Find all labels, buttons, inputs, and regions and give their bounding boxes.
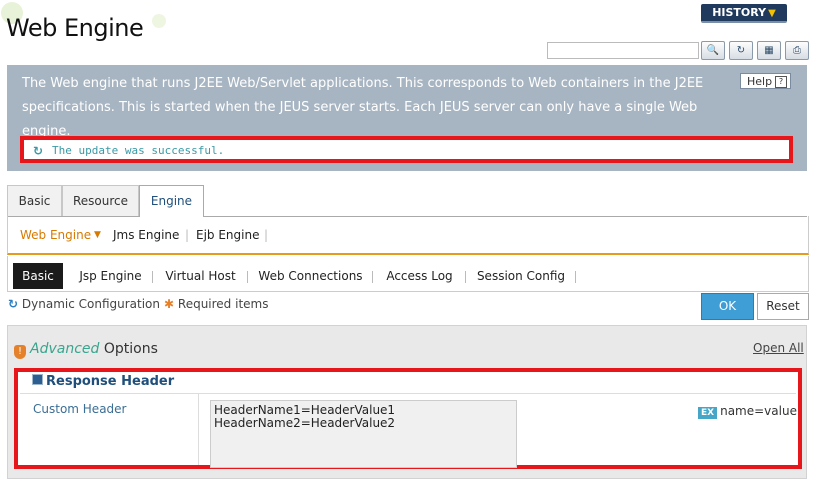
reset-button[interactable]: Reset [757,293,809,320]
help-button[interactable]: Help ? [740,73,791,89]
success-message-box: ↻ The update was successful. [20,136,793,163]
textarea-line: HeaderName2=HeaderValue2 [214,416,396,430]
divider [198,394,199,465]
asterisk-icon: ✱ [164,297,175,311]
export-icon[interactable]: ⎙ [785,41,809,60]
search-icon[interactable]: 🔍 [701,41,725,60]
tab-engine[interactable]: Engine [139,185,204,217]
tab-basic[interactable]: Basic [13,263,63,289]
search-input[interactable] [547,42,699,59]
section-title[interactable]: Response Header [32,374,174,389]
main-tabs: Basic Resource Engine [7,185,807,217]
xml-icon[interactable]: ▦ [757,41,781,60]
tab-resource[interactable]: Resource [62,185,139,216]
required-items-legend: ✱ Required items [164,297,268,311]
tab-jsp-engine[interactable]: Jsp Engine [68,263,153,289]
success-message: The update was successful. [52,144,225,157]
question-icon: ? [775,76,787,88]
tab-label: Session Config [476,269,566,283]
tab-label: Resource [72,194,129,208]
legend-label: Dynamic Configuration [21,297,161,311]
help-label: Help [747,75,773,88]
tab-virtual-host[interactable]: Virtual Host [153,263,248,289]
example-badge: EX [698,407,718,419]
separator: | [264,228,269,242]
section-icon [32,374,43,385]
decorative-circle [152,14,166,28]
tab-session-config[interactable]: Session Config [466,263,576,289]
tab-label: Virtual Host [165,269,236,283]
advanced-options-header[interactable]: ! Advanced Options [14,341,158,359]
history-button[interactable]: HISTORY ▼ [701,4,787,23]
dynamic-icon: ↻ [8,297,19,311]
separator: | [185,228,190,242]
chevron-down-icon: ▼ [94,230,101,240]
description-text: The Web engine that runs J2EE Web/Servle… [22,76,704,139]
engine-subtabs: Web Engine ▼ Jms Engine | Ejb Engine | [7,216,809,255]
tab-label: Basic [22,269,54,283]
options-title-rest: Options [103,341,158,357]
tab-basic[interactable]: Basic [7,185,62,216]
example-hint: EX name=value [698,404,797,419]
section-title-text: Response Header [46,374,175,389]
legend-label: Required items [177,297,269,311]
example-text: name=value [720,404,797,418]
history-label: HISTORY [712,6,767,19]
ok-label: OK [718,299,737,313]
tab-access-log[interactable]: Access Log [373,263,466,289]
description-panel: The Web engine that runs J2EE Web/Servle… [7,65,807,171]
warning-icon: ! [14,345,26,359]
refresh-icon[interactable]: ↻ [729,41,753,60]
chevron-down-icon: ▼ [768,8,776,19]
open-all-link[interactable]: Open All [753,341,804,355]
custom-header-label: Custom Header [33,402,127,416]
dynamic-configuration-legend: ↻ Dynamic Configuration [8,297,160,311]
custom-header-textarea[interactable]: HeaderName1=HeaderValue1 HeaderName2=Hea… [210,400,517,468]
separator [575,271,576,283]
tab-label: Jsp Engine [79,269,142,283]
refresh-icon: ↻ [33,144,44,158]
web-engine-tabs: Basic Jsp Engine Virtual Host Web Connec… [7,256,809,292]
subtab-ejb-engine[interactable]: Ejb Engine [196,228,259,242]
subtab-jms-engine[interactable]: Jms Engine [113,228,179,242]
tab-label: Engine [150,194,193,208]
response-header-section: Response Header Custom Header HeaderName… [14,368,802,469]
reset-label: Reset [766,299,800,313]
tab-web-connections[interactable]: Web Connections [248,263,373,289]
divider [20,393,796,394]
tab-label: Access Log [386,269,453,283]
page-title: Web Engine [6,14,144,42]
tab-label: Web Connections [258,269,363,283]
options-title-italic: Advanced [30,341,100,357]
tab-label: Basic [18,194,51,208]
subtab-web-engine[interactable]: Web Engine [20,228,91,242]
ok-button[interactable]: OK [701,293,754,320]
